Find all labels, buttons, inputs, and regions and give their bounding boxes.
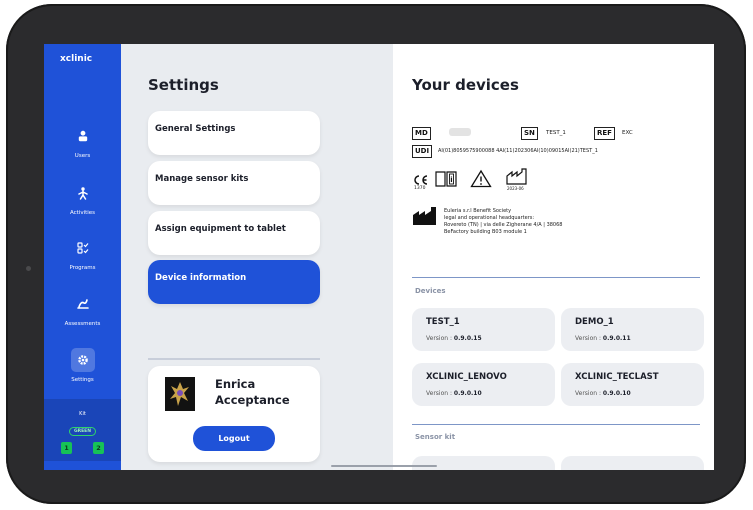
- profile-name-line1: Enrica: [215, 377, 256, 391]
- kit-numbers: 1 2: [61, 442, 104, 454]
- device-name: XCLINIC_LENOVO: [426, 372, 507, 382]
- nav-activities-label: Activities: [69, 210, 96, 216]
- nav-users-label: Users: [74, 153, 91, 159]
- activities-icon: [71, 181, 95, 205]
- udi-value: AI(01)8059575900088 4AI(11)202306AI(10)0…: [438, 148, 598, 154]
- device-information-button[interactable]: Device information: [148, 260, 320, 304]
- version-value: 0.9.0.10: [602, 390, 631, 397]
- udi-label: UDI: [412, 145, 433, 158]
- nav-assessments[interactable]: Assessments: [44, 292, 121, 327]
- device-card[interactable]: XCLINIC_LENOVO Version : 0.9.0.10: [412, 363, 555, 406]
- manufacture-date: 2023-06: [507, 186, 524, 191]
- sensor-kit-card[interactable]: [561, 456, 704, 470]
- devices-panel: Your devices MD SN TEST_1 REF EXC UDI AI…: [393, 44, 714, 470]
- nav-programs-label: Programs: [69, 265, 96, 271]
- profile-name: Enrica Acceptance: [215, 376, 315, 408]
- manufacturer-line-4: BeFactory building B03 module 1: [444, 229, 527, 235]
- sidebar: xclinic Users Activities Programs Assess…: [44, 44, 121, 470]
- manage-sensor-kits-button[interactable]: Manage sensor kits: [148, 161, 320, 205]
- version-label: Version :: [575, 335, 601, 342]
- ref-label: REF: [594, 127, 615, 140]
- version-value: 0.9.0.15: [453, 335, 482, 342]
- ce-number: 1370: [414, 186, 426, 191]
- md-label: MD: [412, 127, 431, 140]
- version-label: Version :: [426, 390, 452, 397]
- kit-status[interactable]: Kit GREEN 1 2: [44, 399, 121, 461]
- manufacturer-info: Euleria s.r.l Benefit Society legal and …: [444, 208, 562, 236]
- device-version: Version : 0.9.0.10: [426, 390, 482, 397]
- devices-separator: [412, 277, 700, 278]
- devices-section-label: Devices: [415, 287, 446, 295]
- version-value: 0.9.0.10: [453, 390, 482, 397]
- sensor-kit-section-label: Sensor kit: [415, 433, 456, 441]
- settings-panel: Settings General Settings Manage sensor …: [121, 44, 393, 470]
- general-settings-button[interactable]: General Settings: [148, 111, 320, 155]
- logout-button[interactable]: Logout: [193, 426, 275, 451]
- device-version: Version : 0.9.0.10: [575, 390, 631, 397]
- profile-card: Enrica Acceptance Logout: [148, 366, 320, 462]
- device-version: Version : 0.9.0.15: [426, 335, 482, 342]
- assessments-icon: [71, 292, 95, 316]
- profile-name-line2: Acceptance: [215, 393, 290, 407]
- user-icon: [71, 124, 95, 148]
- gear-icon: [70, 348, 95, 372]
- svg-text:i: i: [450, 176, 452, 184]
- blurred-logo: [449, 128, 471, 136]
- manufacturer-line-1: Euleria s.r.l Benefit Society: [444, 208, 512, 214]
- kit-number-1: 1: [61, 442, 72, 454]
- divider: [148, 358, 320, 360]
- programs-icon: [71, 236, 95, 260]
- device-card[interactable]: XCLINIC_TECLAST Version : 0.9.0.10: [561, 363, 704, 406]
- tablet-frame: xclinic Users Activities Programs Assess…: [6, 4, 746, 504]
- settings-title: Settings: [148, 76, 219, 94]
- device-version: Version : 0.9.0.11: [575, 335, 631, 342]
- kit-badge: GREEN: [68, 427, 97, 436]
- avatar: [165, 377, 195, 411]
- device-name: XCLINIC_TECLAST: [575, 372, 659, 382]
- kit-label: Kit: [79, 411, 86, 417]
- ref-value: EXC: [622, 130, 633, 136]
- nav-settings[interactable]: Settings: [44, 348, 121, 383]
- device-name: DEMO_1: [575, 317, 614, 327]
- nav-assessments-label: Assessments: [64, 321, 101, 327]
- kit-number-2: 2: [93, 442, 104, 454]
- version-value: 0.9.0.11: [602, 335, 631, 342]
- brand-logo: xclinic: [60, 54, 93, 64]
- version-label: Version :: [426, 335, 452, 342]
- manufacturer-line-2: legal and operational headquarters:: [444, 215, 535, 221]
- assign-equipment-button[interactable]: Assign equipment to tablet: [148, 211, 320, 255]
- instructions-book-icon: i: [434, 169, 458, 192]
- nav-users[interactable]: Users: [44, 124, 121, 159]
- version-label: Version :: [575, 390, 601, 397]
- sn-label: SN: [521, 127, 538, 140]
- manufacturer-icon: [412, 206, 438, 230]
- nav-programs[interactable]: Programs: [44, 236, 121, 271]
- device-card[interactable]: TEST_1 Version : 0.9.0.15: [412, 308, 555, 351]
- camera-dot: [26, 266, 31, 271]
- nav-activities[interactable]: Activities: [44, 181, 121, 216]
- nav-settings-label: Settings: [71, 377, 94, 383]
- devices-title: Your devices: [412, 76, 519, 94]
- app-screen: xclinic Users Activities Programs Assess…: [44, 44, 714, 470]
- manufacturer-line-3: Rovereto (TN) | via delle Zigherane 4/A …: [444, 222, 563, 228]
- device-name: TEST_1: [426, 317, 460, 327]
- sensor-kit-card[interactable]: [412, 456, 555, 470]
- home-indicator[interactable]: [331, 465, 437, 467]
- device-card[interactable]: DEMO_1 Version : 0.9.0.11: [561, 308, 704, 351]
- sensor-kit-separator: [412, 424, 700, 425]
- warning-icon: [470, 169, 492, 192]
- sn-value: TEST_1: [546, 130, 566, 136]
